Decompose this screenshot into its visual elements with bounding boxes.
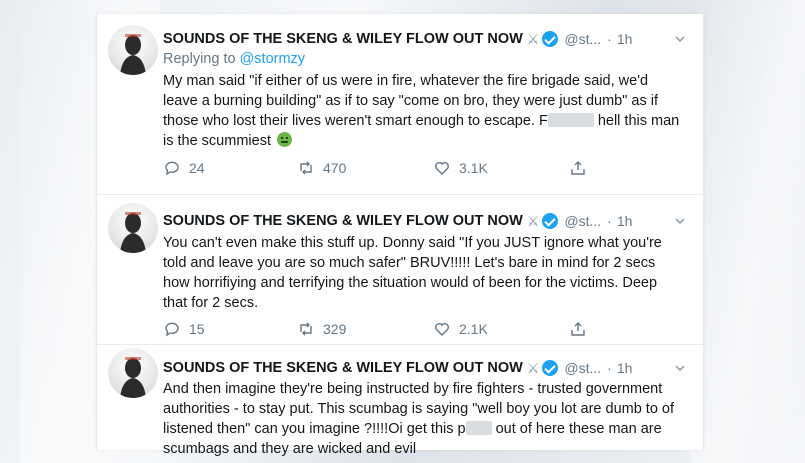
reply-handle-link[interactable]: @stormzy bbox=[240, 51, 305, 67]
share-icon bbox=[571, 322, 585, 336]
share-button[interactable] bbox=[569, 320, 595, 338]
nauseated-face-emoji bbox=[277, 132, 293, 147]
verified-badge-icon bbox=[542, 213, 559, 229]
tweet-text: You can't even make this stuff up. Donny… bbox=[163, 235, 662, 311]
retweet-icon bbox=[300, 322, 312, 336]
separator: · bbox=[607, 213, 612, 229]
tweet-text: And then imagine they're being instructe… bbox=[163, 379, 683, 459]
tweet-text: My man said "if either of us were in fir… bbox=[163, 71, 683, 151]
reply-count: 24 bbox=[189, 160, 205, 176]
reply-count: 15 bbox=[189, 321, 205, 337]
handle[interactable]: @st... bbox=[564, 31, 601, 47]
heart-icon bbox=[435, 323, 449, 336]
retweet-count: 470 bbox=[323, 160, 347, 176]
tweet-actions: 15 329 2.1K bbox=[163, 319, 623, 339]
like-button[interactable]: 2.1K bbox=[433, 320, 488, 338]
censored-word bbox=[547, 113, 594, 127]
avatar[interactable] bbox=[108, 203, 158, 253]
display-name[interactable]: SOUNDS OF THE SKENG & WILEY FLOW OUT NOW bbox=[163, 360, 523, 376]
verified-badge-icon bbox=[542, 360, 559, 376]
tweet-header: SOUNDS OF THE SKENG & WILEY FLOW OUT NOW… bbox=[163, 211, 632, 231]
handle[interactable]: @st... bbox=[564, 213, 601, 229]
retweet-button[interactable]: 329 bbox=[297, 320, 346, 338]
reply-icon bbox=[165, 322, 179, 337]
reply-prefix: Replying to bbox=[163, 51, 240, 67]
separator: · bbox=[607, 31, 612, 47]
reply-icon bbox=[165, 161, 179, 176]
verified-badge-icon bbox=[542, 31, 559, 47]
heart-icon bbox=[435, 162, 449, 175]
display-name[interactable]: SOUNDS OF THE SKENG & WILEY FLOW OUT NOW bbox=[163, 213, 523, 229]
tweet-header: SOUNDS OF THE SKENG & WILEY FLOW OUT NOW… bbox=[163, 29, 632, 49]
avatar[interactable] bbox=[108, 25, 158, 75]
retweet-icon bbox=[300, 161, 312, 175]
crossed-swords-icon: ⚔ bbox=[526, 212, 540, 229]
replying-to: Replying to @stormzy bbox=[163, 51, 305, 67]
tweet: SOUNDS OF THE SKENG & WILEY FLOW OUT NOW… bbox=[97, 345, 703, 457]
tweet: SOUNDS OF THE SKENG & WILEY FLOW OUT NOW… bbox=[97, 195, 703, 343]
display-name[interactable]: SOUNDS OF THE SKENG & WILEY FLOW OUT NOW bbox=[163, 31, 523, 47]
tweet-header: SOUNDS OF THE SKENG & WILEY FLOW OUT NOW… bbox=[163, 358, 632, 378]
reply-button[interactable]: 24 bbox=[163, 159, 205, 177]
like-count: 2.1K bbox=[459, 321, 488, 337]
like-count: 3.1K bbox=[459, 160, 488, 176]
retweet-count: 329 bbox=[323, 321, 347, 337]
tweet-thread: SOUNDS OF THE SKENG & WILEY FLOW OUT NOW… bbox=[96, 14, 704, 457]
retweet-button[interactable]: 470 bbox=[297, 159, 346, 177]
censored-word bbox=[465, 421, 492, 435]
chevron-down-icon[interactable] bbox=[673, 214, 687, 228]
background-stripe bbox=[690, 0, 805, 463]
timestamp[interactable]: 1h bbox=[617, 213, 633, 229]
chevron-down-icon[interactable] bbox=[673, 361, 687, 375]
tweet: SOUNDS OF THE SKENG & WILEY FLOW OUT NOW… bbox=[97, 14, 703, 186]
reply-button[interactable]: 15 bbox=[163, 320, 205, 338]
handle[interactable]: @st... bbox=[564, 360, 601, 376]
share-button[interactable] bbox=[569, 159, 595, 177]
crossed-swords-icon: ⚔ bbox=[526, 30, 540, 47]
tweet-actions: 24 470 3.1K bbox=[163, 158, 623, 178]
timestamp[interactable]: 1h bbox=[617, 360, 633, 376]
avatar[interactable] bbox=[108, 348, 158, 398]
crossed-swords-icon: ⚔ bbox=[526, 359, 540, 376]
chevron-down-icon[interactable] bbox=[673, 32, 687, 46]
like-button[interactable]: 3.1K bbox=[433, 159, 488, 177]
separator: · bbox=[607, 360, 612, 376]
timestamp[interactable]: 1h bbox=[617, 31, 633, 47]
share-icon bbox=[571, 161, 585, 175]
